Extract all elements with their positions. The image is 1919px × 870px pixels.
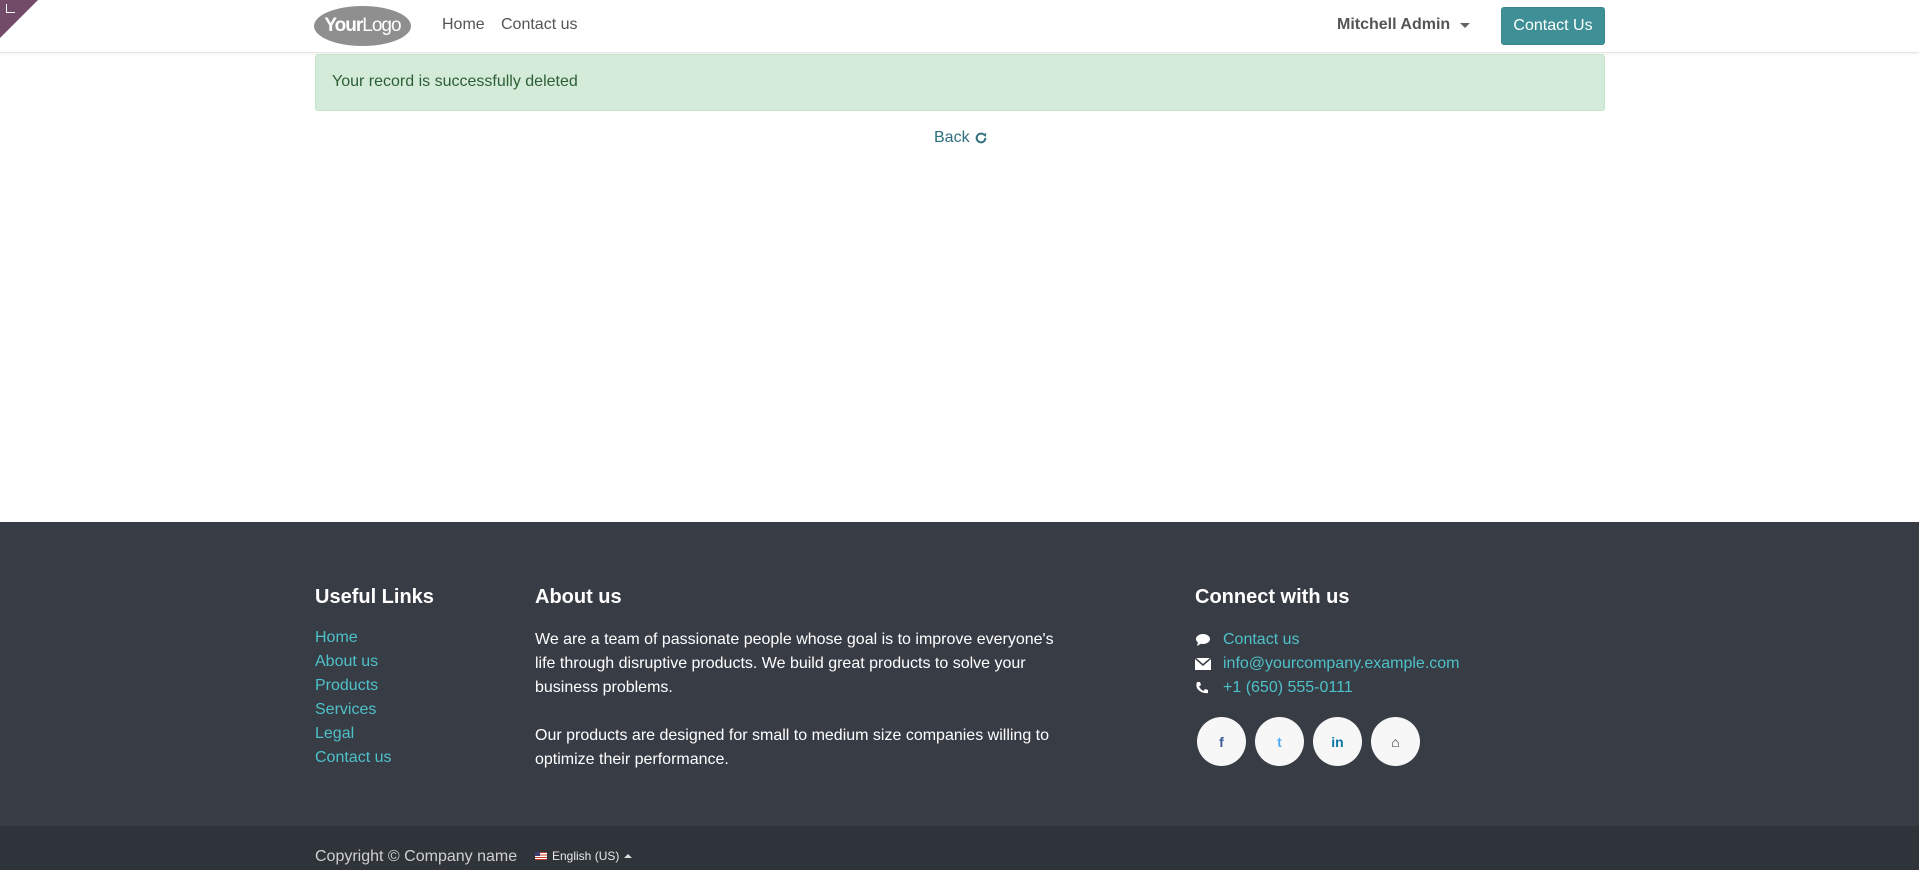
about-paragraph: Our products are designed for small to m… xyxy=(535,727,1050,768)
logo-text-your: Your xyxy=(324,15,363,36)
about-us-text: We are a team of passionate people whose… xyxy=(535,628,1055,772)
footer-link-contact[interactable]: Contact us xyxy=(315,748,391,772)
copyright-text: Copyright © Company name xyxy=(315,848,518,865)
footer-link-products[interactable]: Products xyxy=(315,676,391,700)
footer-link-services[interactable]: Services xyxy=(315,700,391,724)
nav-contact-link[interactable]: Contact us xyxy=(501,16,577,34)
logo-text-logo: Logo xyxy=(362,15,401,36)
about-paragraph: We are a team of passionate people whose… xyxy=(535,631,1054,696)
twitter-icon[interactable]: t xyxy=(1255,717,1304,766)
user-menu-dropdown[interactable]: Mitchell Admin xyxy=(1337,16,1471,34)
contact-list: Contact us info@yourcompany.example.com … xyxy=(1195,628,1460,700)
corner-icon xyxy=(6,4,15,13)
useful-links-list: Home About us Products Services Legal Co… xyxy=(315,628,391,772)
connect-heading: Connect with us xyxy=(1195,586,1350,608)
us-flag-icon xyxy=(535,852,547,860)
back-label: Back xyxy=(934,129,970,146)
contact-label: info@yourcompany.example.com xyxy=(1223,655,1460,672)
company-logo[interactable]: Your Logo xyxy=(314,6,411,46)
contact-item[interactable]: +1 (650) 555-0111 xyxy=(1195,676,1460,700)
about-us-heading: About us xyxy=(535,586,622,608)
contact-label: Contact us xyxy=(1223,631,1300,648)
useful-links-heading: Useful Links xyxy=(315,586,434,608)
back-link[interactable]: Back xyxy=(934,129,988,147)
footer-link-about[interactable]: About us xyxy=(315,652,391,676)
language-label: English (US) xyxy=(552,849,620,863)
contact-item[interactable]: Contact us xyxy=(1195,628,1460,652)
envelope-icon xyxy=(1195,658,1223,670)
footer-link-home[interactable]: Home xyxy=(315,628,391,652)
top-navbar: Your Logo Home Contact us Mitchell Admin … xyxy=(0,0,1919,53)
chevron-up-icon xyxy=(624,854,633,858)
success-alert: Your record is successfully deleted xyxy=(315,54,1605,111)
contact-label: +1 (650) 555-0111 xyxy=(1223,679,1353,696)
nav-home-link[interactable]: Home xyxy=(442,16,485,34)
facebook-icon[interactable]: f xyxy=(1197,717,1246,766)
phone-icon xyxy=(1195,681,1223,695)
refresh-icon xyxy=(975,132,986,144)
chevron-down-icon xyxy=(1460,22,1471,28)
language-selector[interactable]: English (US) xyxy=(535,849,633,863)
linkedin-icon[interactable]: in xyxy=(1313,717,1362,766)
social-links: f t in ⌂ xyxy=(1197,717,1420,766)
comment-icon xyxy=(1195,633,1223,647)
user-name: Mitchell Admin xyxy=(1337,16,1451,33)
contact-item[interactable]: info@yourcompany.example.com xyxy=(1195,652,1460,676)
alert-message: Your record is successfully deleted xyxy=(332,73,578,90)
contact-us-button[interactable]: Contact Us xyxy=(1501,7,1605,45)
home-icon[interactable]: ⌂ xyxy=(1371,717,1420,766)
footer-link-legal[interactable]: Legal xyxy=(315,724,391,748)
copyright-bar xyxy=(0,826,1919,870)
